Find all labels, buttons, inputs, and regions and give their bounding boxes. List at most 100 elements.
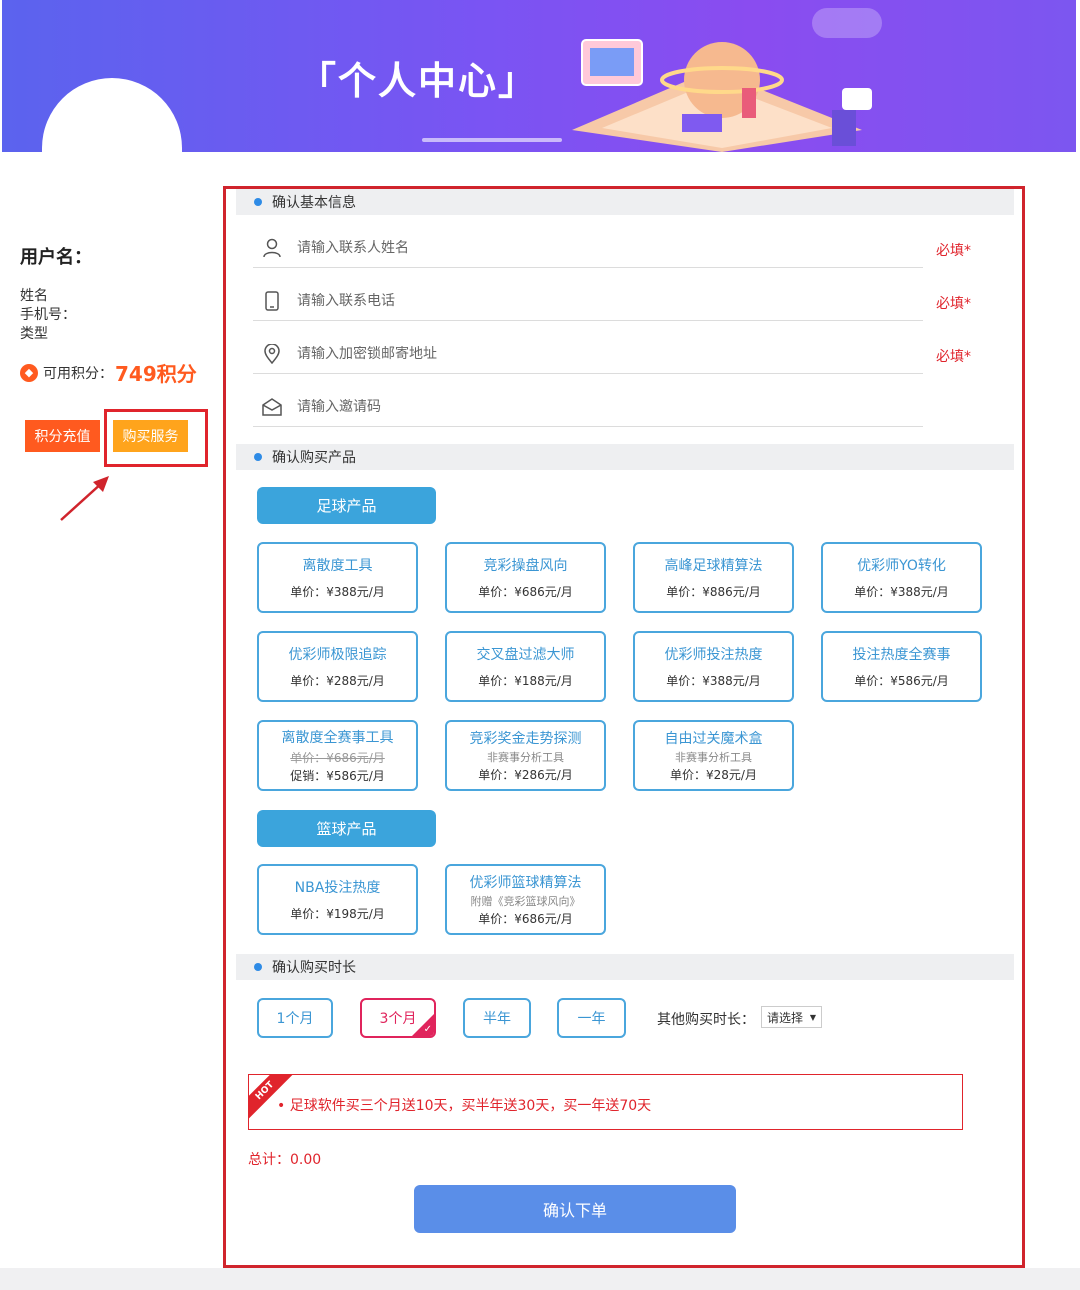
duration-one-year-button[interactable]: 一年	[557, 998, 626, 1038]
product-name: 优彩师YO转化	[857, 558, 946, 574]
dropdown-arrow-icon: ▼	[809, 1012, 816, 1022]
product-promo-price: 促销：¥586元/月	[290, 769, 385, 783]
product-card[interactable]: 投注热度全赛事 单价：¥586元/月	[821, 631, 982, 702]
product-price: 单价：¥28元/月	[670, 768, 757, 782]
product-subtitle: 附赠《竞彩篮球风向》	[470, 895, 581, 908]
recharge-points-button[interactable]: 积分充值	[25, 420, 100, 452]
product-price: 单价：¥388元/月	[290, 585, 385, 599]
product-name: NBA投注热度	[294, 880, 381, 896]
product-card[interactable]: 离散度全赛事工具 单价：¥686元/月 促销：¥586元/月	[257, 720, 418, 791]
product-price: 单价：¥288元/月	[290, 674, 385, 688]
product-name: 交叉盘过滤大师	[476, 647, 575, 663]
product-subtitle: 非赛事分析工具	[487, 751, 564, 764]
required-marker: 必填*	[936, 349, 971, 365]
product-card[interactable]: 优彩师投注热度 单价：¥388元/月	[633, 631, 794, 702]
other-duration-select[interactable]: 请选择 ▼	[761, 1006, 822, 1028]
phone-label: 手机号：	[20, 307, 76, 323]
banner-title: 「个人中心」	[298, 59, 539, 103]
footer-strip	[0, 1268, 1080, 1290]
username-label: 用户名：	[20, 247, 92, 268]
category-basketball-button[interactable]: 篮球产品	[257, 810, 436, 847]
location-pin-icon	[261, 343, 283, 365]
section-title: 确认购买产品	[272, 450, 356, 466]
confirm-order-button[interactable]: 确认下单	[414, 1185, 736, 1233]
bullet-dot-icon	[254, 453, 262, 461]
contact-phone-row	[253, 281, 923, 321]
product-card[interactable]: 优彩师YO转化 单价：¥388元/月	[821, 542, 982, 613]
category-football-button[interactable]: 足球产品	[257, 487, 436, 524]
product-name: 高峰足球精算法	[664, 558, 763, 574]
product-price: 单价：¥388元/月	[666, 674, 761, 688]
header-banner: 「个人中心」	[2, 0, 1076, 152]
product-name: 优彩师极限追踪	[288, 647, 387, 663]
invite-code-input[interactable]	[297, 398, 923, 415]
annotation-highlight-box	[104, 409, 208, 467]
order-total: 总计：0.00	[248, 1152, 322, 1168]
product-price: 单价：¥586元/月	[854, 674, 949, 688]
duration-half-year-button[interactable]: 半年	[463, 998, 531, 1038]
product-price: 单价：¥198元/月	[290, 907, 385, 921]
product-card[interactable]: 离散度工具 单价：¥388元/月	[257, 542, 418, 613]
points-icon: ◆	[20, 363, 38, 382]
product-subtitle: 非赛事分析工具	[675, 751, 752, 764]
product-name: 竞彩奖金走势探测	[469, 731, 582, 747]
points-row: ◆ 可用积分： 749积分	[20, 358, 197, 387]
product-price: 单价：¥188元/月	[478, 674, 573, 688]
section-duration: 确认购买时长	[236, 954, 1014, 980]
personal-center-page: 「个人中心」 用户名： 姓名 手机号： 类型 ◆ 可用积分： 749积分 积分充…	[0, 0, 1080, 1290]
points-value: 749积分	[115, 362, 197, 386]
product-card[interactable]: 优彩师极限追踪 单价：¥288元/月	[257, 631, 418, 702]
promo-text: • 足球软件买三个月送10天，买半年送30天，买一年送70天	[277, 1098, 652, 1114]
product-price: 单价：¥886元/月	[666, 585, 761, 599]
product-name: 离散度全赛事工具	[281, 730, 394, 746]
product-price: 单价：¥286元/月	[478, 768, 573, 782]
duration-label: 3个月	[379, 1011, 417, 1027]
invite-code-row	[253, 387, 923, 427]
other-duration-label: 其他购买时长：	[657, 1012, 755, 1028]
address-input[interactable]	[297, 345, 923, 362]
product-price: 单价：¥686元/月	[478, 585, 573, 599]
product-name: 投注热度全赛事	[852, 647, 951, 663]
address-row	[253, 334, 923, 374]
product-name: 优彩师篮球精算法	[469, 875, 582, 891]
select-value: 请选择	[767, 1010, 804, 1025]
required-marker: 必填*	[936, 296, 971, 312]
product-card[interactable]: 竞彩操盘风向 单价：¥686元/月	[445, 542, 606, 613]
duration-1-month-button[interactable]: 1个月	[257, 998, 333, 1038]
product-name: 竞彩操盘风向	[483, 558, 568, 574]
product-card[interactable]: 自由过关魔术盒 非赛事分析工具 单价：¥28元/月	[633, 720, 794, 791]
promo-banner: HOT • 足球软件买三个月送10天，买半年送30天，买一年送70天	[248, 1074, 963, 1130]
decor-glow	[422, 138, 562, 142]
envelope-icon	[261, 396, 283, 418]
product-card[interactable]: 交叉盘过滤大师 单价：¥188元/月	[445, 631, 606, 702]
contact-name-row	[253, 228, 923, 268]
user-icon	[261, 237, 283, 259]
points-label: 可用积分：	[43, 365, 113, 382]
section-title: 确认基本信息	[272, 195, 356, 211]
product-original-price: 单价：¥686元/月	[290, 751, 385, 765]
product-card[interactable]: NBA投注热度 单价：¥198元/月	[257, 864, 418, 935]
decor-cloud-white	[42, 78, 182, 152]
product-name: 离散度工具	[302, 558, 373, 574]
section-title: 确认购买时长	[272, 960, 356, 976]
product-price: 单价：¥686元/月	[478, 912, 573, 926]
name-label: 姓名	[20, 288, 48, 304]
product-card[interactable]: 竞彩奖金走势探测 非赛事分析工具 单价：¥286元/月	[445, 720, 606, 791]
contact-name-input[interactable]	[297, 239, 923, 256]
type-label: 类型	[20, 326, 48, 342]
product-card[interactable]: 高峰足球精算法 单价：¥886元/月	[633, 542, 794, 613]
checkmark-icon: ✓	[423, 1024, 432, 1035]
product-price: 单价：¥388元/月	[854, 585, 949, 599]
duration-3-months-button[interactable]: 3个月 ✓	[360, 998, 436, 1038]
product-name: 优彩师投注热度	[664, 647, 763, 663]
isometric-illustration	[572, 39, 872, 152]
contact-phone-input[interactable]	[297, 292, 923, 309]
required-marker: 必填*	[936, 243, 971, 259]
bullet-dot-icon	[254, 963, 262, 971]
annotation-arrow-icon	[60, 476, 109, 521]
product-name: 自由过关魔术盒	[664, 731, 763, 747]
bullet-dot-icon	[254, 198, 262, 206]
section-basic-info: 确认基本信息	[236, 189, 1014, 215]
phone-icon	[261, 290, 283, 312]
product-card[interactable]: 优彩师篮球精算法 附赠《竞彩篮球风向》 单价：¥686元/月	[445, 864, 606, 935]
